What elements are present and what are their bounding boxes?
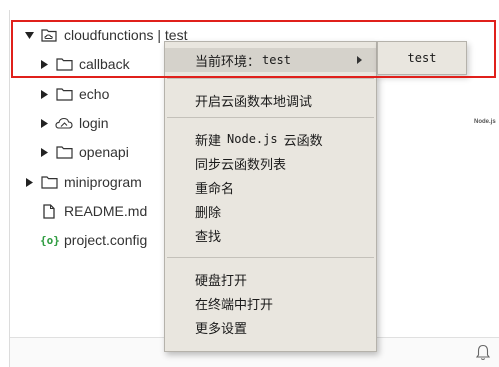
submenu-item-test[interactable]: test	[378, 46, 466, 70]
menu-item-open-in-disk[interactable]: 硬盘打开	[165, 267, 376, 291]
chevron-right-icon[interactable]	[39, 118, 49, 128]
menu-item-more-settings[interactable]: 更多设置	[165, 315, 376, 339]
cloud-icon	[55, 115, 73, 131]
tree-item-label: README.md	[64, 203, 148, 219]
folder-icon	[40, 174, 58, 190]
tree-item-project-config[interactable]: {o} project.config	[40, 228, 147, 252]
tree-item-readme[interactable]: README.md	[40, 199, 147, 223]
tree-item-miniprogram[interactable]: miniprogram	[24, 170, 142, 194]
tree-item-cloudfunctions[interactable]: cloudfunctions | test	[24, 23, 187, 47]
braces-icon: {o}	[40, 233, 60, 247]
menu-separator	[167, 257, 374, 258]
menu-item-current-env[interactable]: 当前环境： test	[165, 48, 376, 72]
menu-item-sync-list[interactable]: 同步云函数列表	[165, 151, 376, 175]
menu-item-label: 重命名	[195, 181, 235, 197]
menu-item-label: 删除	[195, 205, 222, 221]
chevron-right-icon[interactable]	[24, 177, 34, 187]
file-icon	[40, 203, 58, 219]
tree-item-label: project.config	[64, 232, 148, 248]
panel-divider	[9, 10, 10, 367]
folder-icon	[55, 144, 73, 160]
tree-item-label: login	[79, 115, 109, 131]
cloud-folder-icon	[40, 27, 58, 43]
chevron-right-icon[interactable]	[39, 147, 49, 157]
menu-separator	[167, 117, 374, 118]
menu-item-rename[interactable]: 重命名	[165, 175, 376, 199]
folder-icon	[55, 56, 73, 72]
chevron-right-icon[interactable]	[39, 89, 49, 99]
menu-item-label-mono: Node.js	[227, 132, 278, 146]
env-submenu: test	[377, 41, 467, 75]
ide-window: cloudfunctions | test callback echo logi…	[0, 0, 499, 367]
menu-item-label: 同步云函数列表	[195, 157, 287, 173]
context-menu: 当前环境： test 开启云函数本地调试 新建 Node.js 云函数 同步云函…	[164, 41, 377, 352]
menu-item-label: 硬盘打开	[195, 273, 248, 289]
tree-item-login[interactable]: login	[39, 111, 109, 135]
chevron-down-icon[interactable]	[24, 30, 34, 40]
tree-item-label: callback	[79, 56, 130, 72]
tree-item-label: echo	[79, 86, 110, 102]
menu-item-find[interactable]: 查找	[165, 223, 376, 247]
env-value: test	[262, 53, 291, 67]
menu-item-label: 开启云函数本地调试	[195, 94, 313, 110]
folder-icon	[55, 86, 73, 102]
menu-item-label: 查找	[195, 229, 222, 245]
menu-item-label: 当前环境：	[195, 54, 261, 70]
menu-item-open-in-terminal[interactable]: 在终端中打开	[165, 291, 376, 315]
menu-item-label: 新建	[195, 133, 222, 149]
tree-item-label: miniprogram	[64, 174, 142, 190]
menu-item-delete[interactable]: 删除	[165, 199, 376, 223]
side-tag: Node.js	[474, 119, 496, 125]
menu-item-new-node-function[interactable]: 新建 Node.js 云函数	[165, 127, 376, 151]
tree-item-label: openapi	[79, 144, 129, 160]
tree-item-openapi[interactable]: openapi	[39, 140, 129, 164]
submenu-arrow-icon	[357, 56, 362, 64]
bell-icon[interactable]	[475, 344, 492, 362]
menu-item-label: 更多设置	[195, 321, 248, 337]
tree-item-echo[interactable]: echo	[39, 82, 109, 106]
menu-item-label: 云函数	[283, 133, 323, 149]
menu-item-label: 在终端中打开	[195, 297, 274, 313]
tree-item-callback[interactable]: callback	[39, 52, 130, 76]
menu-item-local-debug[interactable]: 开启云函数本地调试	[165, 88, 376, 112]
menu-separator	[167, 78, 374, 79]
chevron-right-icon[interactable]	[39, 59, 49, 69]
